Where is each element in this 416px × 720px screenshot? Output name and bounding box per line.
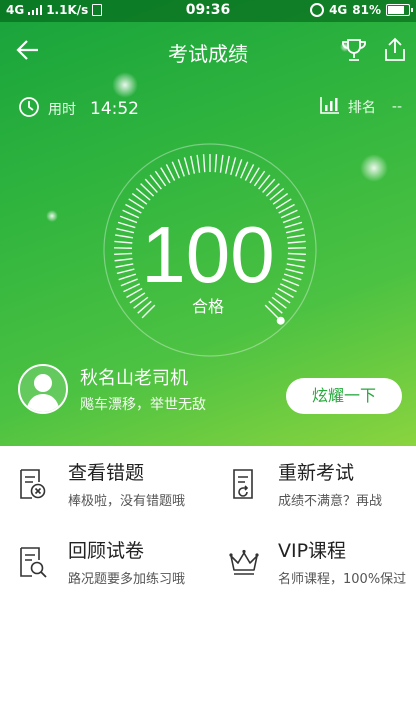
gauge-tick <box>171 161 180 179</box>
gauge-tick <box>235 159 243 177</box>
title-bar: 考试成绩 <box>0 22 416 78</box>
gauge-tick <box>202 154 206 173</box>
decor-bubble <box>360 154 388 182</box>
alarm-icon <box>310 3 325 17</box>
avatar[interactable] <box>18 364 68 414</box>
menu-subtitle: 成绩不满意？再战 <box>278 494 383 509</box>
user-motto: 飚车漂移，举世无敌 <box>80 397 206 413</box>
menu-subtitle: 名师课程，100%保过 <box>278 572 407 587</box>
network-type-right: 4G <box>329 3 348 17</box>
wrong-answers-icon <box>18 468 48 500</box>
battery-icon <box>386 4 413 16</box>
status-bar: 4G 1.1K/s 09:36 4G 81% <box>0 0 416 22</box>
score-value: 100 <box>141 210 275 299</box>
gauge-tick <box>214 154 218 173</box>
menu-title: 查看错题 <box>68 462 145 484</box>
menu-title: VIP课程 <box>278 540 347 562</box>
review-paper-icon <box>18 546 48 578</box>
menu-item-vip-course[interactable]: VIP课程 名师课程，100%保过 <box>210 524 416 602</box>
gauge-tick <box>219 154 224 173</box>
gauge-tick <box>183 157 190 175</box>
gauge-tick <box>240 161 249 179</box>
rank-value: -- <box>391 99 402 115</box>
retake-exam-icon <box>228 468 258 500</box>
gauge-tick <box>224 155 230 174</box>
show-off-button[interactable]: 炫耀一下 <box>286 378 402 414</box>
time-label: 用时 <box>48 102 76 118</box>
share-icon[interactable] <box>381 36 409 64</box>
pass-status: 合格 <box>191 297 224 316</box>
trophy-icon[interactable] <box>340 36 368 64</box>
user-name: 秋名山老司机 <box>80 368 188 389</box>
score-hero: 4G 1.1K/s 09:36 4G 81% 考试成绩 用时 14:52 排名 … <box>0 0 416 446</box>
ranking: 排名 -- <box>320 96 402 118</box>
gauge-tick <box>177 159 185 177</box>
menu-item-review-paper[interactable]: 回顾试卷 路况题要多加练习哦 <box>0 524 208 602</box>
rank-label: 排名 <box>347 100 376 116</box>
vip-crown-icon <box>228 546 259 578</box>
elapsed-time: 用时 14:52 <box>18 96 139 122</box>
clock-icon <box>18 96 40 122</box>
menu-item-wrong-answers[interactable]: 查看错题 棒极啦，没有错题哦 <box>0 446 208 524</box>
menu-subtitle: 棒极啦，没有错题哦 <box>68 494 186 509</box>
menu-item-retake-exam[interactable]: 重新考试 成绩不满意？再战 <box>210 446 416 524</box>
gauge-tick <box>190 155 196 174</box>
time-value: 14:52 <box>90 99 139 119</box>
gauge-indicator <box>276 316 285 325</box>
menu-title: 重新考试 <box>278 462 355 484</box>
menu-title: 回顾试卷 <box>68 540 145 562</box>
battery-percent: 81% <box>352 3 381 17</box>
bar-chart-icon <box>320 96 340 118</box>
gauge-tick <box>196 154 201 173</box>
menu-subtitle: 路况题要多加练习哦 <box>68 572 186 587</box>
user-card: 秋名山老司机 飚车漂移，举世无敌 <box>18 364 206 414</box>
gauge-tick <box>230 157 237 175</box>
